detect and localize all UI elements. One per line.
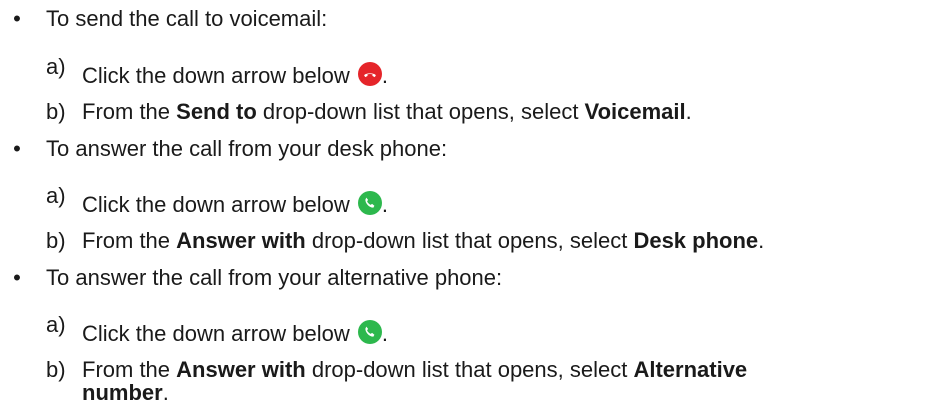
instruction-document: • To send the call to voicemail: a) Clic…	[0, 0, 925, 405]
option-name: Desk phone	[633, 228, 759, 253]
option-name: Alternative	[633, 357, 748, 382]
field-name: Answer with	[176, 357, 306, 382]
field-name: Answer with	[176, 228, 306, 253]
step-text: Click the down arrow below .	[82, 320, 389, 346]
step-text: Click the down arrow below .	[82, 191, 389, 217]
step-letter: a)	[46, 54, 66, 79]
answer-call-icon	[357, 320, 382, 344]
step-text: From the Answer with drop-down list that…	[82, 357, 748, 382]
option-name: Voicemail	[584, 99, 686, 124]
bullet-marker: •	[13, 6, 21, 31]
step-letter: a)	[46, 312, 66, 337]
bullet-marker: •	[13, 136, 21, 161]
step-letter: b)	[46, 357, 66, 382]
step-letter: b)	[46, 228, 66, 253]
step-text-continuation: number.	[82, 380, 169, 405]
step-text: From the Answer with drop-down list that…	[82, 228, 765, 253]
bullet-heading: To answer the call from your desk phone:	[46, 136, 448, 161]
answer-call-icon	[357, 191, 382, 215]
bullet-heading: To send the call to voicemail:	[46, 6, 328, 31]
bullet-heading: To answer the call from your alternative…	[46, 265, 503, 290]
option-name-continued: number	[82, 380, 163, 405]
step-letter: b)	[46, 99, 66, 124]
step-letter: a)	[46, 183, 66, 208]
decline-call-icon	[357, 62, 382, 86]
step-text: Click the down arrow below .	[82, 62, 389, 88]
bullet-marker: •	[13, 265, 21, 290]
field-name: Send to	[176, 99, 257, 124]
step-text: From the Send to drop-down list that ope…	[82, 99, 692, 124]
